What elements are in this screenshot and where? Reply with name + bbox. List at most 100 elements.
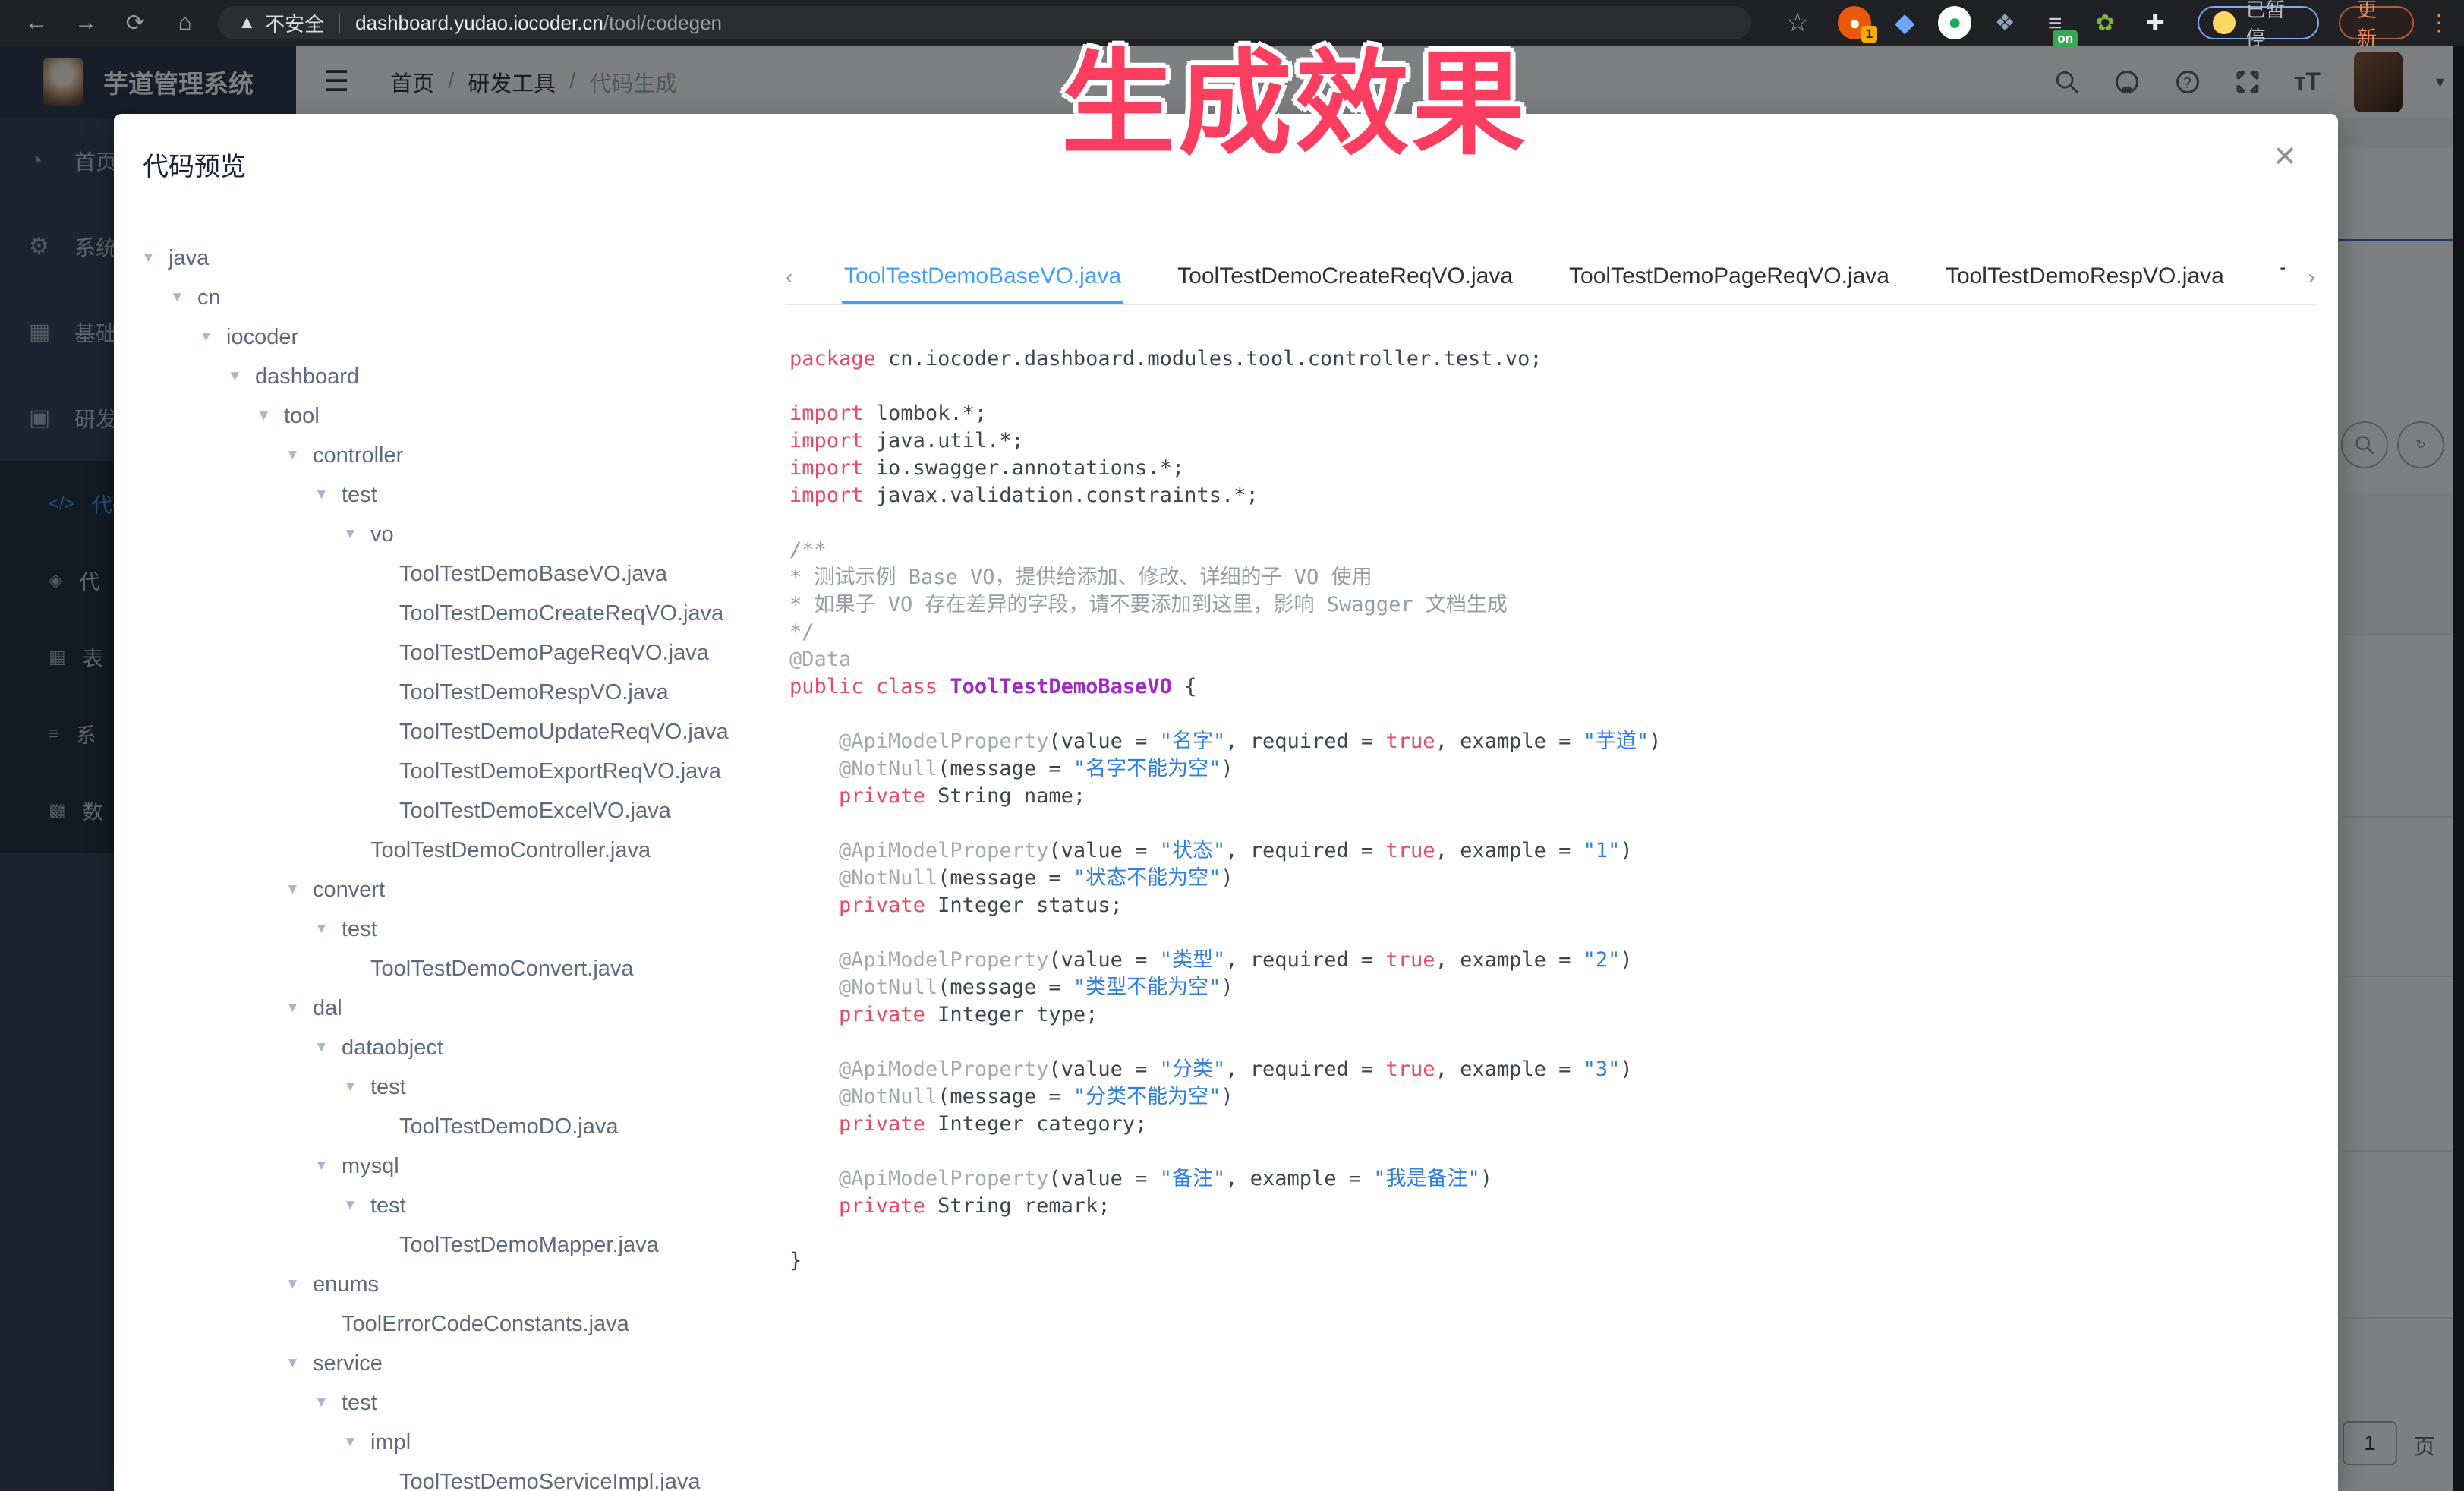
ext-glyph: ❖ — [1995, 10, 2015, 36]
browser-menu-icon[interactable]: ⋮ — [2428, 10, 2450, 36]
ext-glyph: ● — [1948, 10, 1961, 36]
tree-node[interactable]: ▼convert — [141, 870, 764, 909]
extension-list-on-icon[interactable]: ≡on — [2038, 6, 2072, 39]
tab-ToolTestDemoRespVO.java[interactable]: ToolTestDemoRespVO.java — [1917, 251, 2252, 304]
extension-puzzle-icon[interactable]: ✚ — [2138, 6, 2172, 39]
tree-node[interactable]: ▼dashboard — [141, 357, 764, 396]
tree-caret-icon[interactable]: ▼ — [141, 250, 169, 266]
tree-node[interactable]: ToolTestDemoExportReqVO.java — [141, 752, 764, 791]
tabs-scroll-left-icon[interactable]: ‹ — [786, 251, 816, 304]
forward-icon[interactable]: → — [72, 10, 99, 36]
code-line: private Integer type; — [789, 1001, 2311, 1029]
refresh-icon[interactable]: ⟳ — [122, 10, 149, 36]
page-scrollbar[interactable] — [2453, 46, 2464, 1491]
tree-node[interactable]: ▼impl — [141, 1423, 764, 1462]
tree-node[interactable]: ▼dataobject — [141, 1028, 764, 1067]
tree-node[interactable]: ▼service — [141, 1344, 764, 1383]
tree-node[interactable]: ToolTestDemoRespVO.java — [141, 673, 764, 712]
code-viewer[interactable]: package cn.iocoder.dashboard.modules.too… — [789, 345, 2311, 1491]
tree-node[interactable]: ▼test — [141, 1067, 764, 1107]
tree-node-label: ToolTestDemoExcelVO.java — [399, 799, 671, 824]
tree-node[interactable]: ▼test — [141, 1383, 764, 1423]
tree-caret-icon[interactable]: ▼ — [285, 881, 313, 898]
tree-node[interactable]: ToolTestDemoUpdateReqVO.java — [141, 712, 764, 752]
tree-caret-icon[interactable]: ▼ — [343, 1079, 370, 1095]
tree-node[interactable]: ▼mysql — [141, 1146, 764, 1186]
tree-caret-icon[interactable]: ▼ — [199, 329, 226, 345]
tree-caret-icon[interactable]: ▼ — [314, 487, 342, 503]
tree-node-label: ToolTestDemoMapper.java — [399, 1233, 659, 1258]
extension-blue-gem-icon[interactable]: ◆ — [1888, 6, 1921, 39]
extension-ubuntu-orange-icon[interactable]: ●1 — [1838, 6, 1871, 39]
tab-ToolTe[interactable]: ToolTe — [2252, 251, 2285, 304]
code-line: @NotNull(message = "分类不能为空") — [789, 1083, 2311, 1111]
chrome-update-button[interactable]: 更新 — [2339, 6, 2414, 39]
tree-node[interactable]: ▼dal — [141, 988, 764, 1028]
tree-node[interactable]: ▼controller — [141, 436, 764, 475]
tree-node[interactable]: ToolErrorCodeConstants.java — [141, 1304, 764, 1344]
back-icon[interactable]: ← — [23, 10, 49, 36]
bookmark-star-icon[interactable]: ☆ — [1786, 8, 1809, 38]
tree-node[interactable]: ▼iocoder — [141, 317, 764, 357]
tree-caret-icon[interactable]: ▼ — [314, 1395, 342, 1411]
home-icon[interactable]: ⌂ — [172, 10, 198, 36]
tree-node-label: test — [342, 1391, 377, 1416]
code-line — [789, 1029, 2311, 1056]
tree-caret-icon[interactable]: ▼ — [343, 526, 370, 543]
close-icon[interactable]: ✕ — [2273, 143, 2297, 172]
tree-node[interactable]: ▼java — [141, 238, 764, 278]
tree-node[interactable]: ▼vo — [141, 515, 764, 554]
tab-ToolTestDemoBaseVO.java[interactable]: ToolTestDemoBaseVO.java — [816, 251, 1149, 304]
tree-caret-icon[interactable]: ▼ — [257, 408, 284, 424]
tree-node[interactable]: ToolTestDemoPageReqVO.java — [141, 633, 764, 673]
code-line: import java.util.*; — [789, 427, 2311, 455]
file-tree: ▼java▼cn▼iocoder▼dashboard▼tool▼controll… — [141, 238, 764, 1491]
tree-node[interactable]: ▼cn — [141, 278, 764, 317]
tree-node-label: dashboard — [255, 364, 359, 389]
code-line: private Integer category; — [789, 1111, 2311, 1138]
code-line: * 如果子 VO 存在差异的字段，请不要添加到这里，影响 Swagger 文档生… — [789, 591, 2311, 619]
code-line: * 测试示例 Base VO，提供给添加、修改、详细的子 VO 使用 — [789, 564, 2311, 591]
tree-caret-icon[interactable]: ▼ — [314, 1039, 342, 1056]
tree-node[interactable]: ▼tool — [141, 396, 764, 436]
tree-node-label: convert — [313, 878, 385, 903]
tree-node[interactable]: ToolTestDemoServiceImpl.java — [141, 1462, 764, 1491]
tree-node[interactable]: ToolTestDemoExcelVO.java — [141, 791, 764, 831]
tree-caret-icon[interactable]: ▼ — [343, 1197, 370, 1214]
tab-ToolTestDemoPageReqVO.java[interactable]: ToolTestDemoPageReqVO.java — [1541, 251, 1917, 304]
tree-node[interactable]: ▼test — [141, 909, 764, 949]
tree-node[interactable]: ToolTestDemoBaseVO.java — [141, 554, 764, 594]
extension-green-plant-icon[interactable]: ✿ — [2088, 6, 2122, 39]
tree-node[interactable]: ▼test — [141, 475, 764, 515]
tab-ToolTestDemoCreateReqVO.java[interactable]: ToolTestDemoCreateReqVO.java — [1149, 251, 1541, 304]
tree-caret-icon[interactable]: ▼ — [228, 368, 255, 385]
tree-caret-icon[interactable]: ▼ — [285, 1276, 313, 1293]
code-line: @ApiModelProperty(value = "类型", required… — [789, 947, 2311, 974]
extension-green-check-icon[interactable]: ● — [1938, 6, 1971, 39]
security-label[interactable]: 不安全 — [265, 9, 324, 37]
tree-caret-icon[interactable]: ▼ — [170, 289, 197, 306]
tree-caret-icon[interactable]: ▼ — [314, 1158, 342, 1174]
tree-node-label: impl — [370, 1430, 411, 1455]
tree-node[interactable]: ToolTestDemoDO.java — [141, 1107, 764, 1146]
tree-caret-icon[interactable]: ▼ — [285, 1000, 313, 1017]
tree-caret-icon[interactable]: ▼ — [343, 1434, 370, 1451]
tree-node[interactable]: ▼enums — [141, 1265, 764, 1304]
extension-icons: ●1 ◆ ● ❖ ≡on ✿ ✚ — [1838, 6, 2172, 39]
tree-node[interactable]: ToolTestDemoMapper.java — [141, 1225, 764, 1265]
code-line — [789, 509, 2311, 537]
tree-node[interactable]: ToolTestDemoController.java — [141, 831, 764, 870]
paused-extension-button[interactable]: 已暂停 — [2198, 6, 2319, 39]
tree-node[interactable]: ToolTestDemoCreateReqVO.java — [141, 594, 764, 633]
tree-caret-icon[interactable]: ▼ — [314, 921, 342, 938]
tree-caret-icon[interactable]: ▼ — [285, 447, 313, 464]
code-line — [789, 1220, 2311, 1247]
tree-caret-icon[interactable]: ▼ — [285, 1355, 313, 1372]
tree-node[interactable]: ToolTestDemoConvert.java — [141, 949, 764, 988]
extension-blue-diamond-icon[interactable]: ❖ — [1988, 6, 2021, 39]
tree-node[interactable]: ▼test — [141, 1186, 764, 1225]
tabs-scroll-right-icon[interactable]: › — [2285, 251, 2315, 304]
code-line — [789, 810, 2311, 837]
ext-glyph: ✚ — [2146, 10, 2165, 36]
ext-badge: on — [2053, 30, 2078, 47]
